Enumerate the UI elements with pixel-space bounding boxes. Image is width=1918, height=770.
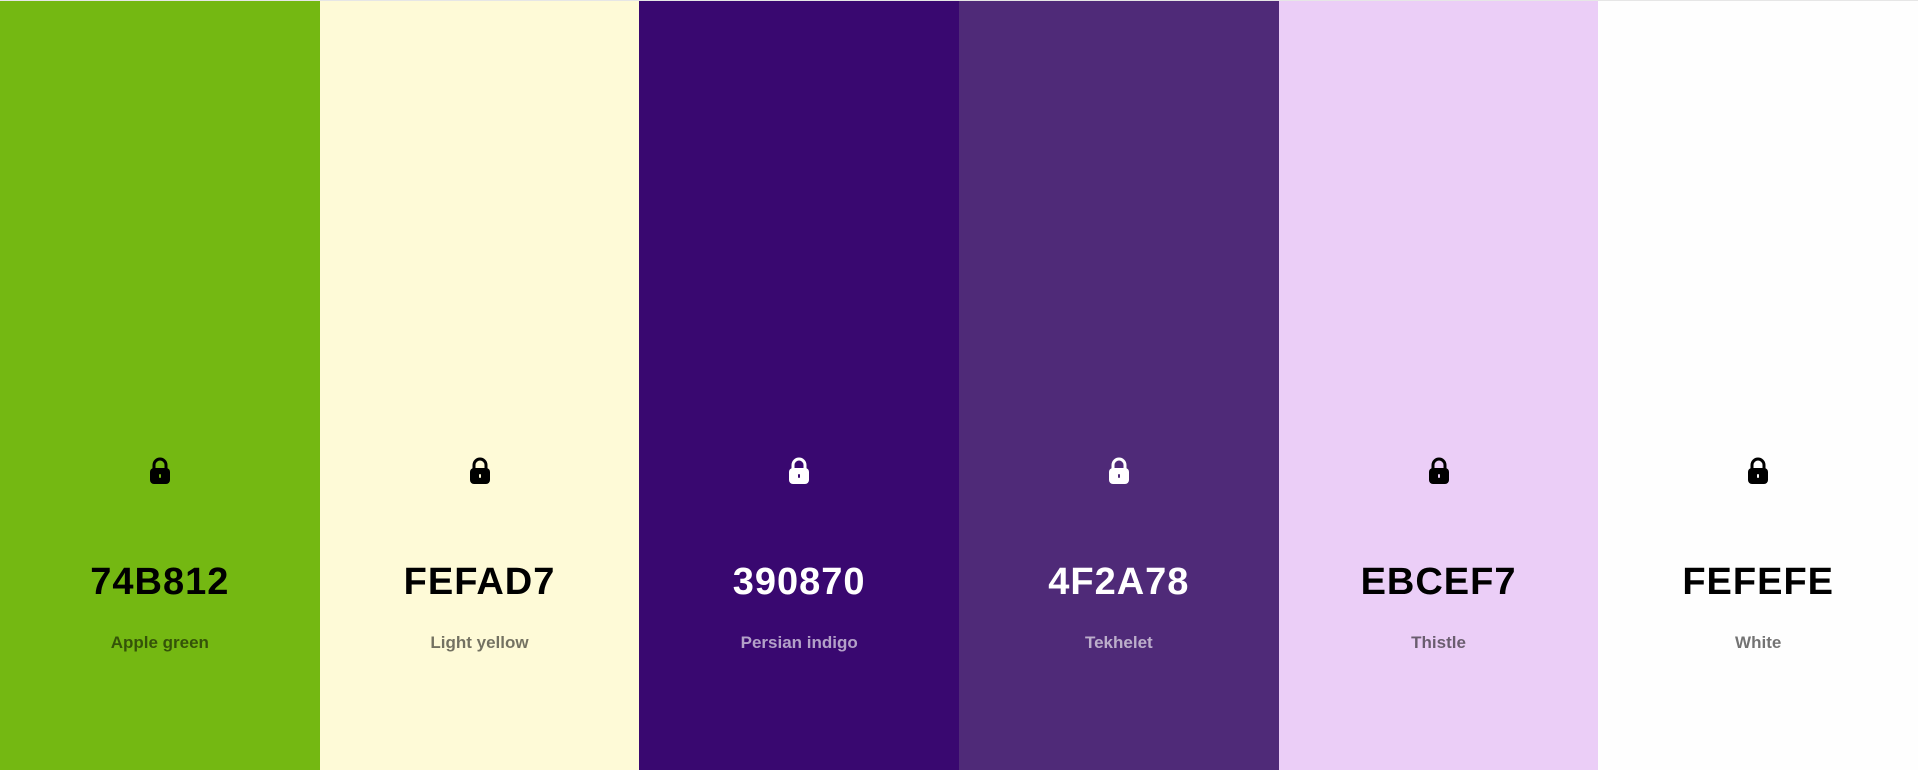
color-swatch[interactable]: FEFAD7 Light yellow [319, 1, 640, 770]
lock-icon[interactable] [466, 456, 494, 486]
swatch-hex-code[interactable]: 4F2A78 [959, 559, 1279, 605]
swatch-hex-code[interactable]: FEFEFE [1598, 559, 1918, 605]
lock-icon[interactable] [1425, 456, 1453, 486]
swatch-color-name: Thistle [1411, 633, 1466, 652]
swatch-hex-code[interactable]: FEFAD7 [320, 559, 640, 605]
swatch-hex-code[interactable]: EBCEF7 [1279, 559, 1599, 605]
color-swatch[interactable]: EBCEF7 Thistle [1278, 1, 1599, 770]
swatch-hex-code[interactable]: 74B812 [0, 559, 320, 605]
color-swatch[interactable]: 74B812 Apple green [0, 1, 320, 770]
color-swatch[interactable]: FEFEFE White [1598, 1, 1918, 770]
lock-icon[interactable] [1744, 456, 1772, 486]
swatch-hex-code[interactable]: 390870 [639, 559, 959, 605]
lock-icon[interactable] [146, 456, 174, 486]
swatch-color-name: Light yellow [430, 633, 529, 652]
lock-icon[interactable] [1105, 456, 1133, 486]
color-palette: 74B812 Apple green FEFAD7 Light yellow 3… [0, 0, 1918, 770]
swatch-color-name: Apple green [110, 633, 209, 652]
color-swatch[interactable]: 390870 Persian indigo [639, 1, 960, 770]
color-swatch[interactable]: 4F2A78 Tekhelet [959, 1, 1279, 770]
swatch-color-name: White [1735, 633, 1782, 652]
swatch-color-name: Persian indigo [740, 633, 858, 652]
swatch-color-name: Tekhelet [1084, 633, 1153, 652]
lock-icon[interactable] [785, 456, 813, 486]
